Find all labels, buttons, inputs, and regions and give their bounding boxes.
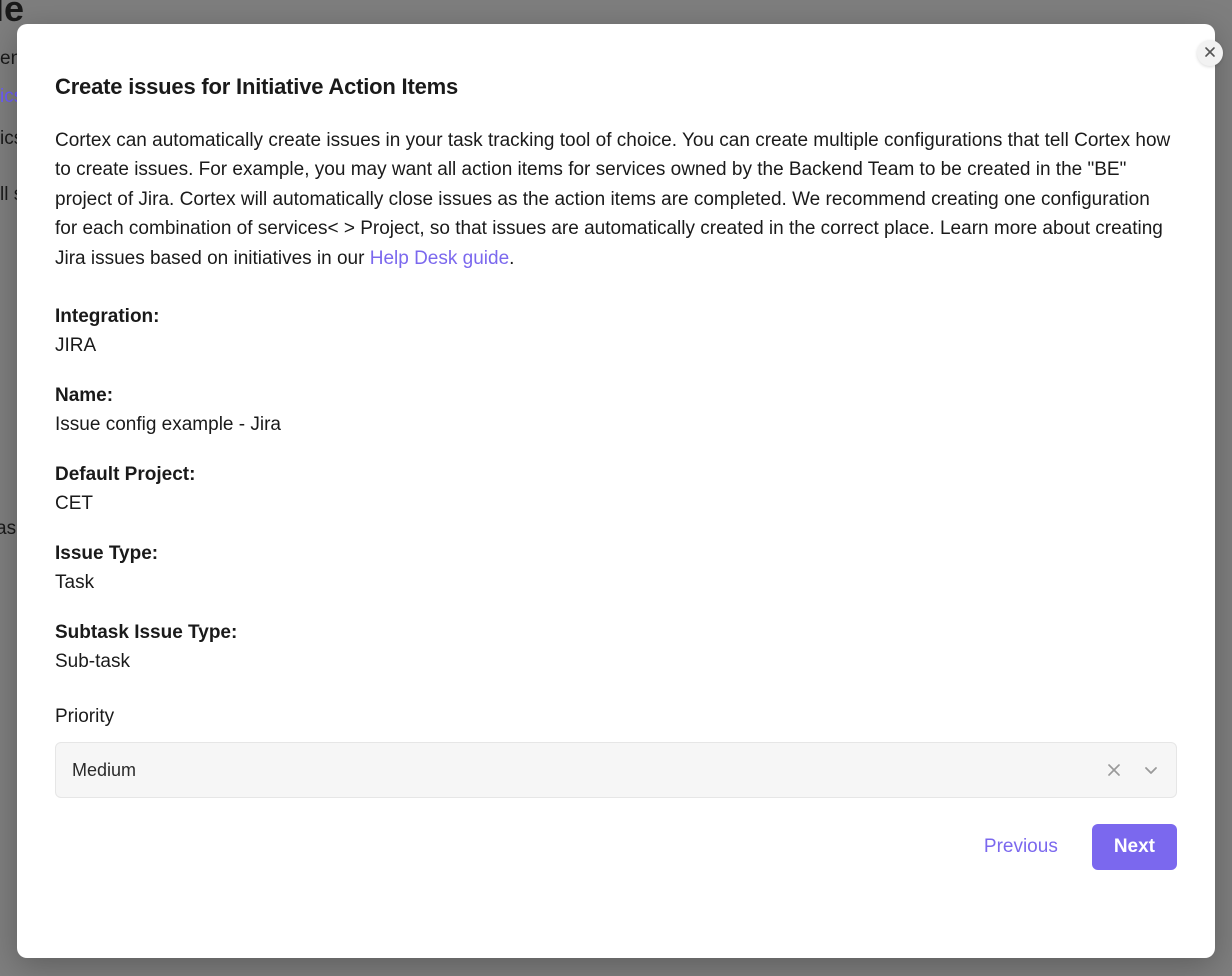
- field-label-default-project: Default Project:: [55, 461, 1177, 490]
- field-label-name: Name:: [55, 382, 1177, 411]
- priority-select[interactable]: Medium: [55, 742, 1177, 798]
- clear-icon[interactable]: [1106, 762, 1122, 778]
- field-subtask-issue-type: Subtask Issue Type: Sub-task: [55, 619, 1177, 676]
- priority-section: Priority Medium: [55, 706, 1177, 798]
- help-desk-link[interactable]: Help Desk guide: [370, 248, 509, 269]
- chevron-down-icon[interactable]: [1142, 761, 1160, 779]
- next-button[interactable]: Next: [1092, 824, 1177, 870]
- modal-footer: Previous Next: [55, 824, 1177, 870]
- modal-title: Create issues for Initiative Action Item…: [55, 74, 1177, 100]
- field-integration: Integration: JIRA: [55, 303, 1177, 360]
- field-value-issue-type: Task: [55, 569, 1177, 598]
- modal-description: Cortex can automatically create issues i…: [55, 126, 1177, 273]
- field-value-subtask-issue-type: Sub-task: [55, 648, 1177, 677]
- field-value-integration: JIRA: [55, 332, 1177, 361]
- priority-label: Priority: [55, 706, 1177, 728]
- bg-text-5: as: [0, 518, 16, 540]
- field-value-name: Issue config example - Jira: [55, 411, 1177, 440]
- create-issues-modal: Create issues for Initiative Action Item…: [17, 24, 1215, 958]
- select-icons: [1106, 761, 1160, 779]
- field-issue-type: Issue Type: Task: [55, 540, 1177, 597]
- close-button[interactable]: [1197, 40, 1223, 66]
- field-name: Name: Issue config example - Jira: [55, 382, 1177, 439]
- field-label-subtask-issue-type: Subtask Issue Type:: [55, 619, 1177, 648]
- field-default-project: Default Project: CET: [55, 461, 1177, 518]
- description-tail: .: [509, 248, 514, 269]
- previous-button[interactable]: Previous: [978, 826, 1064, 868]
- close-icon: [1204, 45, 1216, 61]
- field-value-default-project: CET: [55, 490, 1177, 519]
- priority-selected-value: Medium: [72, 760, 1106, 781]
- description-text: Cortex can automatically create issues i…: [55, 130, 1170, 269]
- field-label-issue-type: Issue Type:: [55, 540, 1177, 569]
- field-label-integration: Integration:: [55, 303, 1177, 332]
